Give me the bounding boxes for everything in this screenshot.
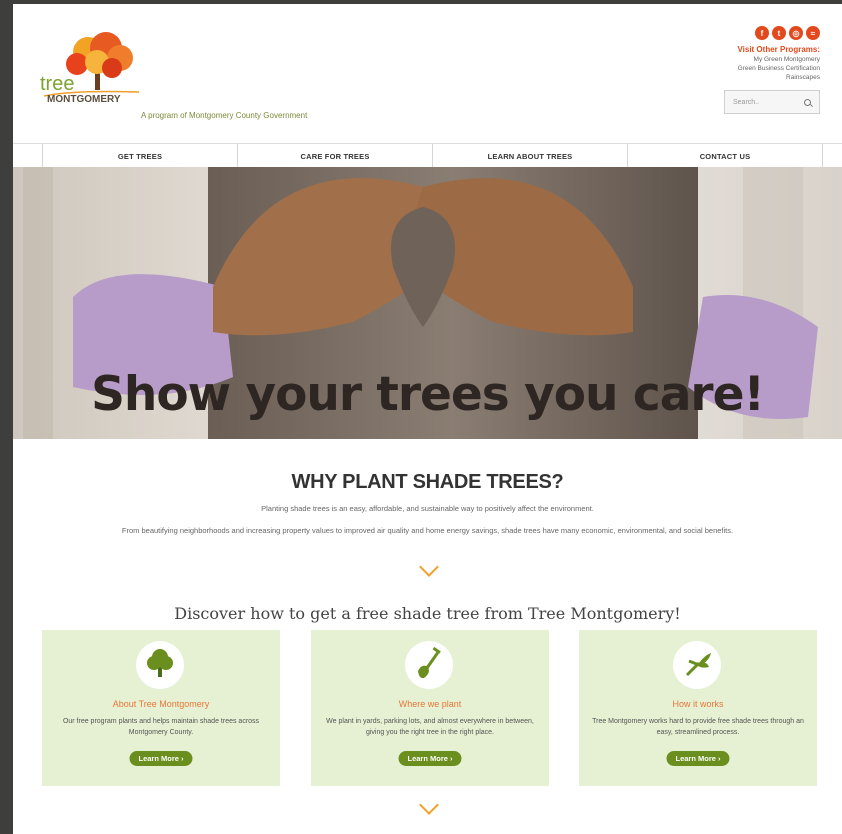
visit-other-programs-label: Visit Other Programs: xyxy=(737,45,820,54)
why-paragraph-2: From beautifying neighborhoods and incre… xyxy=(121,526,734,535)
search-icon[interactable] xyxy=(804,99,811,106)
hero-headline: Show your trees you care! xyxy=(91,367,765,422)
social-icons: f t ◎ ≈ xyxy=(755,26,820,40)
chevron-down-icon[interactable] xyxy=(419,795,439,815)
nav-care-for-trees[interactable]: CARE FOR TREES xyxy=(237,144,432,168)
tree-montgomery-logo[interactable]: tree MONTGOMERY xyxy=(40,26,150,116)
svg-text:MONTGOMERY: MONTGOMERY xyxy=(47,94,121,105)
nav-contact-us[interactable]: CONTACT US xyxy=(627,144,823,168)
card-where: Where we plant We plant in yards, parkin… xyxy=(311,630,549,786)
card-title[interactable]: Where we plant xyxy=(311,699,549,709)
search-input[interactable]: Search.. xyxy=(724,90,820,114)
tree-icon xyxy=(136,641,184,689)
rss-icon[interactable]: ≈ xyxy=(806,26,820,40)
main-nav: GET TREES CARE FOR TREES LEARN ABOUT TRE… xyxy=(13,143,842,168)
instagram-icon[interactable]: ◎ xyxy=(789,26,803,40)
program-link[interactable]: Green Business Certification xyxy=(737,64,820,73)
why-paragraph-1: Planting shade trees is an easy, afforda… xyxy=(261,504,594,513)
site-header: tree MONTGOMERY A program of Montgomery … xyxy=(13,4,842,142)
card-title[interactable]: About Tree Montgomery xyxy=(42,699,280,709)
other-programs: Visit Other Programs: My Green Montgomer… xyxy=(737,45,820,82)
twitter-icon[interactable]: t xyxy=(772,26,786,40)
pruning-shears-icon xyxy=(673,641,721,689)
card-text: Our free program plants and helps mainta… xyxy=(62,718,260,736)
chevron-down-icon[interactable] xyxy=(419,557,439,577)
discover-title: Discover how to get a free shade tree fr… xyxy=(174,604,681,623)
hero-banner: Show your trees you care! xyxy=(13,167,842,439)
program-link[interactable]: My Green Montgomery xyxy=(737,55,820,64)
shovel-icon xyxy=(405,641,453,689)
why-section: WHY PLANT SHADE TREES? xyxy=(13,471,842,494)
learn-more-button[interactable]: Learn More › xyxy=(398,751,462,766)
nav-get-trees[interactable]: GET TREES xyxy=(42,144,237,168)
learn-more-button[interactable]: Learn More › xyxy=(129,751,193,766)
why-title: WHY PLANT SHADE TREES? xyxy=(291,471,564,493)
card-about: About Tree Montgomery Our free program p… xyxy=(42,630,280,786)
program-link[interactable]: Rainscapes xyxy=(737,73,820,82)
program-tagline: A program of Montgomery County Governmen… xyxy=(141,111,308,120)
learn-more-button[interactable]: Learn More › xyxy=(666,751,730,766)
card-how: How it works Tree Montgomery works hard … xyxy=(579,630,817,786)
nav-learn-about-trees[interactable]: LEARN ABOUT TREES xyxy=(432,144,627,168)
svg-text:tree: tree xyxy=(40,73,74,95)
card-title[interactable]: How it works xyxy=(579,699,817,709)
search-placeholder: Search.. xyxy=(733,99,760,106)
card-text: Tree Montgomery works hard to provide fr… xyxy=(592,718,804,736)
page: tree MONTGOMERY A program of Montgomery … xyxy=(13,4,842,834)
card-text: We plant in yards, parking lots, and alm… xyxy=(326,718,534,736)
facebook-icon[interactable]: f xyxy=(755,26,769,40)
